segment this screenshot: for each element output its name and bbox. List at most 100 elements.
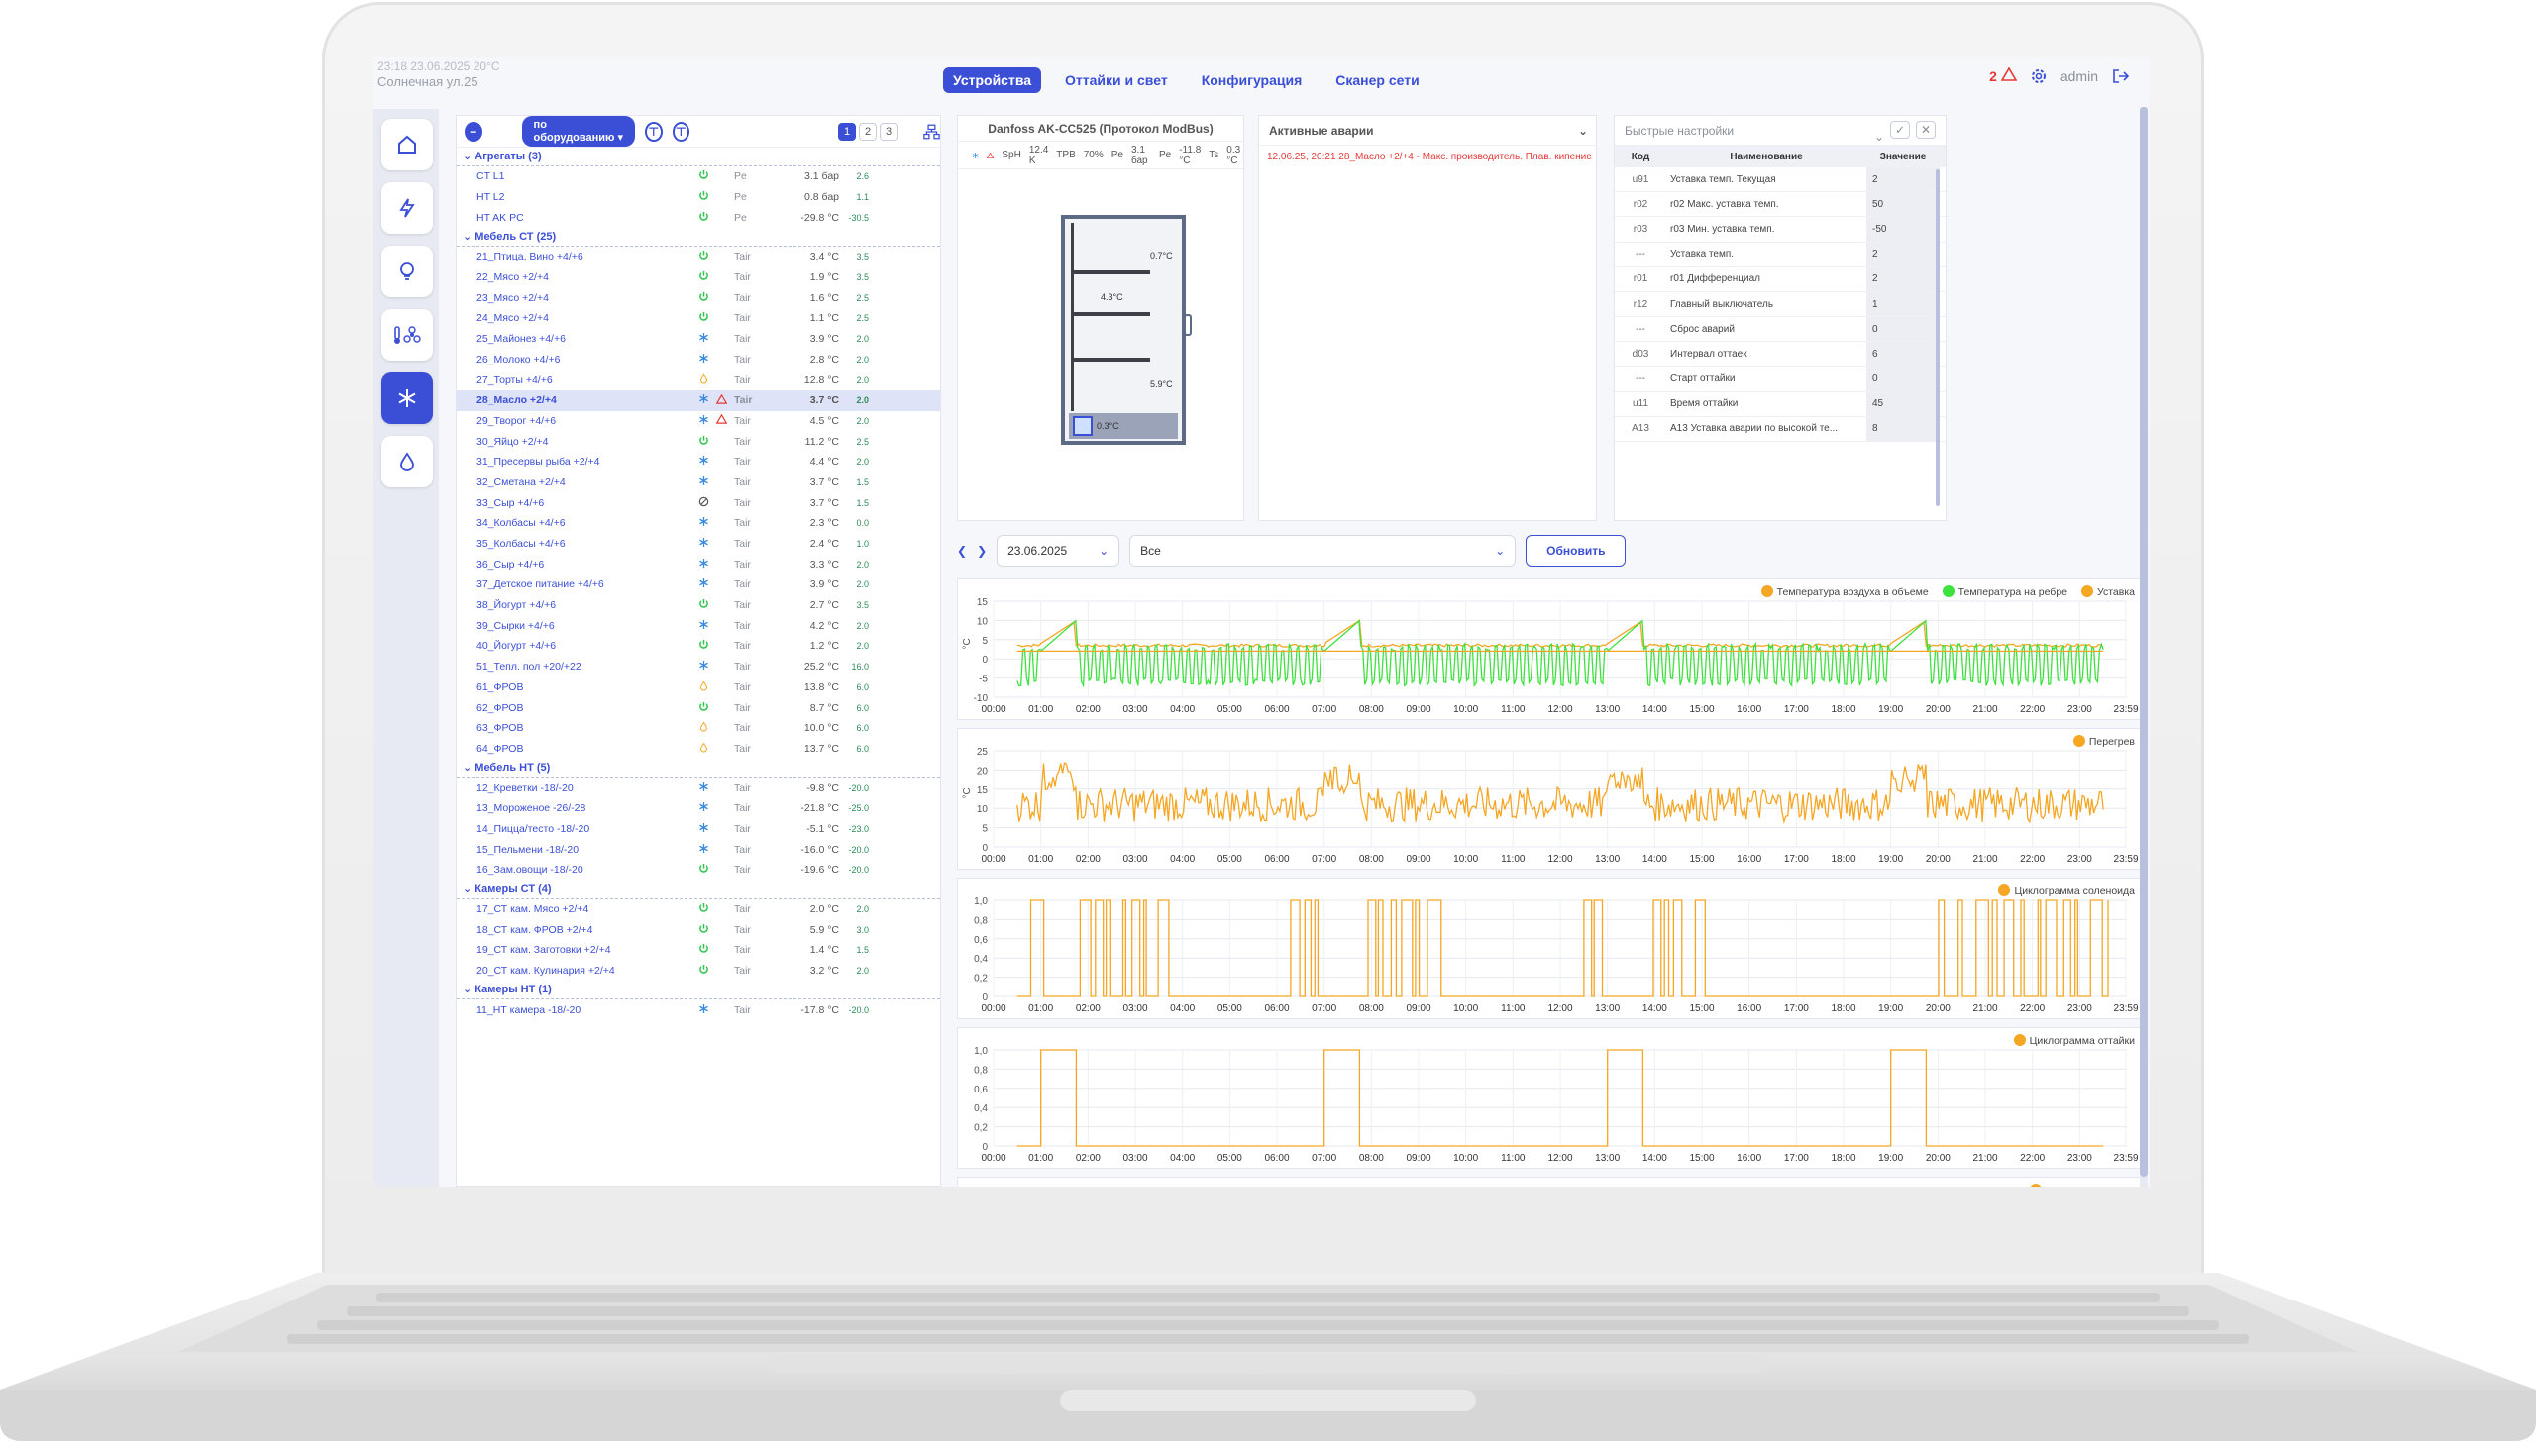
page-scrollbar-thumb[interactable]	[2140, 107, 2148, 1177]
device-row[interactable]: 28_Масло +2/+4 Tair 3.7 °C 2.0	[457, 389, 940, 411]
quick-setting-value[interactable]: 6	[1866, 342, 1940, 366]
quick-setting-value[interactable]: 0	[1866, 366, 1940, 391]
nav-refrigeration[interactable]	[381, 372, 433, 424]
device-row[interactable]: 26_Молоко +4/+6 Tair 2.8 °C 2.0	[457, 350, 940, 370]
device-group-header[interactable]: ⌄ Мебель СТ (25)	[457, 228, 940, 248]
tab-configuration[interactable]: Конфигурация	[1192, 67, 1313, 93]
device-row[interactable]: 19_СТ кам. Заготовки +2/+4 Tair 1.4 °C 1.5	[457, 940, 940, 961]
device-row[interactable]: 63_ФРОВ Tair 10.0 °C 6.0	[457, 718, 940, 739]
device-row[interactable]: 33_Сыр +4/+6 Tair 3.7 °C 1.5	[457, 492, 940, 513]
device-row[interactable]: HT L2 Pe 0.8 бар 1.1	[457, 187, 940, 208]
device-row[interactable]: 15_Пельмени -18/-20 Tair -16.0 °C -20.0	[457, 839, 940, 860]
page-1-button[interactable]: 1	[838, 122, 857, 141]
grouping-select[interactable]: по оборудованию ▾	[521, 116, 635, 147]
filter-alarm-button[interactable]: ⊤	[672, 121, 690, 142]
quick-setting-value[interactable]: -50	[1866, 217, 1940, 242]
hierarchy-icon[interactable]	[923, 123, 940, 141]
device-row[interactable]: 27_Торты +4/+6 Tair 12.8 °C 2.0	[457, 369, 940, 390]
device-row[interactable]: 11_НТ камера -18/-20 Tair -17.8 °C -20.0	[457, 999, 940, 1020]
quick-settings-scrollbar[interactable]	[1936, 169, 1940, 506]
device-row[interactable]: 18_СТ кам. ФРОВ +2/+4 Tair 5.9 °C 3.0	[457, 919, 940, 940]
device-row[interactable]: 37_Детское питание +4/+6 Tair 3.9 °C 2.0	[457, 574, 940, 595]
quick-setting-value[interactable]: 0	[1866, 317, 1940, 342]
device-row[interactable]: 20_СТ кам. Кулинария +2/+4 Tair 3.2 °C 2.0	[457, 961, 940, 982]
quick-setting-value[interactable]: 45	[1866, 391, 1940, 416]
series-filter-select[interactable]: Все ⌄	[1129, 535, 1517, 567]
date-picker[interactable]: 23.06.2025 ⌄	[997, 535, 1120, 567]
device-row[interactable]: 29_Творог +4/+6 Tair 4.5 °C 2.0	[457, 411, 940, 432]
quick-setting-row[interactable]: u91 Уставка темп. Текущая 2	[1615, 167, 1946, 193]
device-row[interactable]: 13_Мороженое -26/-28 Tair -21.8 °C -25.0	[457, 798, 940, 819]
device-row[interactable]: 64_ФРОВ Tair 13.7 °C 6.0	[457, 739, 940, 760]
device-group-header[interactable]: ⌄ Мебель НТ (5)	[457, 759, 940, 779]
device-row[interactable]: 17_СТ кам. Мясо +2/+4 Tair 2.0 °C 2.0	[457, 899, 940, 920]
quick-setting-row[interactable]: A13 A13 Уставка аварии по высокой те... 8	[1615, 416, 1946, 443]
device-row[interactable]: 61_ФРОВ Tair 13.8 °C 6.0	[457, 677, 940, 698]
logout-icon[interactable]	[2112, 68, 2130, 84]
quick-setting-row[interactable]: r03 r03 Мин. уставка темп. -50	[1615, 217, 1946, 243]
device-row[interactable]: 14_Пицца/тесто -18/-20 Tair -5.1 °C -23.0	[457, 819, 940, 840]
device-row[interactable]: HT AK PC Pe -29.8 °C -30.5	[457, 207, 940, 228]
chevron-down-icon[interactable]: ⌄	[1874, 122, 1884, 152]
device-row[interactable]: 30_Яйцо +2/+4 Tair 11.2 °C 2.5	[457, 431, 940, 452]
close-icon[interactable]: ✕	[1916, 121, 1936, 139]
page-2-button[interactable]: 2	[859, 122, 878, 141]
quick-setting-value[interactable]: 50	[1866, 192, 1940, 217]
legend-item[interactable]: Циклограмма оттайки	[2013, 1034, 2135, 1047]
alarms-title[interactable]: Активные аварии ⌄	[1259, 116, 1596, 146]
quick-setting-value[interactable]: 2	[1866, 242, 1940, 266]
device-row[interactable]: 22_Мясо +2/+4 Tair 1.9 °C 3.5	[457, 267, 940, 288]
quick-setting-row[interactable]: --- Сброс аварий 0	[1615, 317, 1946, 343]
legend-item[interactable]: Уставка	[2081, 585, 2135, 598]
quick-setting-row[interactable]: u11 Время оттайки 45	[1615, 391, 1946, 417]
device-row[interactable]: 62_ФРОВ Tair 8.7 °C 6.0	[457, 697, 940, 718]
nav-water[interactable]	[381, 436, 433, 487]
device-group-header[interactable]: ⌄ Агрегаты (3)	[457, 148, 940, 166]
quick-setting-value[interactable]: 2	[1866, 167, 1940, 192]
alarm-item[interactable]: 12.06.25, 20:21 28_Масло +2/+4 - Макс. п…	[1259, 146, 1596, 168]
device-row[interactable]: 23_Мясо +2/+4 Tair 1.6 °C 2.5	[457, 287, 940, 308]
next-day-button[interactable]: ❯	[977, 544, 987, 558]
gear-icon[interactable]	[2031, 68, 2047, 84]
tab-defrost-light[interactable]: Оттайки и свет	[1055, 67, 1178, 93]
nav-power[interactable]	[381, 182, 433, 234]
device-row[interactable]: 24_Мясо +2/+4 Tair 1.1 °C 2.5	[457, 308, 940, 329]
device-row[interactable]: CT L1 Pe 3.1 бар 2.6	[457, 166, 940, 187]
collapse-all-button[interactable]: −	[465, 121, 482, 142]
legend-item[interactable]: Циклограмма соленоида	[1998, 884, 2135, 897]
tab-devices[interactable]: Устройства	[943, 67, 1042, 93]
device-row[interactable]: 12_Креветки -18/-20 Tair -9.8 °C -20.0	[457, 778, 940, 798]
quick-setting-value[interactable]: 2	[1866, 266, 1940, 291]
quick-setting-value[interactable]: 1	[1866, 291, 1940, 317]
device-row[interactable]: 32_Сметана +2/+4 Tair 3.7 °C 1.5	[457, 472, 940, 493]
device-row[interactable]: 36_Сыр +4/+6 Tair 3.3 °C 2.0	[457, 554, 940, 574]
quick-setting-row[interactable]: --- Уставка темп. 2	[1615, 242, 1946, 267]
nav-home[interactable]	[381, 119, 433, 170]
page-3-button[interactable]: 3	[880, 122, 898, 141]
device-row[interactable]: 25_Майонез +4/+6 Tair 3.9 °C 2.0	[457, 329, 940, 350]
user-name[interactable]: admin	[2060, 68, 2098, 84]
filter-button[interactable]: ⊤	[645, 121, 663, 142]
nav-lighting[interactable]	[381, 246, 433, 297]
quick-setting-row[interactable]: --- Старт оттайки 0	[1615, 366, 1946, 392]
quick-setting-value[interactable]: 8	[1866, 416, 1940, 442]
apply-check-icon[interactable]: ✓	[1890, 121, 1910, 139]
device-row[interactable]: 38_Йогурт +4/+6 Tair 2.7 °C 3.5	[457, 595, 940, 616]
device-row[interactable]: 34_Колбасы +4/+6 Tair 2.3 °C 0.0	[457, 513, 940, 534]
tab-network-scanner[interactable]: Сканер сети	[1325, 67, 1428, 93]
quick-setting-row[interactable]: r01 r01 Дифференциал 2	[1615, 266, 1946, 292]
refresh-button[interactable]: Обновить	[1526, 535, 1627, 567]
alarm-indicator[interactable]: 2	[1989, 66, 2018, 84]
quick-setting-row[interactable]: d03 Интервал оттаек 6	[1615, 342, 1946, 367]
legend-item[interactable]: Циклограмма ТРВ	[2030, 1184, 2135, 1187]
page-scrollbar[interactable]	[2140, 107, 2148, 1187]
device-row[interactable]: 21_Птица, Вино +4/+6 Tair 3.4 °C 3.5	[457, 247, 940, 267]
legend-item[interactable]: Температура на ребре	[1942, 585, 2067, 598]
legend-item[interactable]: Температура воздуха в объеме	[1760, 585, 1929, 598]
quick-setting-row[interactable]: r12 Главный выключатель 1	[1615, 291, 1946, 318]
device-group-header[interactable]: ⌄ Камеры НТ (1)	[457, 981, 940, 1000]
prev-day-button[interactable]: ❮	[957, 544, 967, 558]
device-row[interactable]: 51_Тепл. пол +20/+22 Tair 25.2 °C 16.0	[457, 657, 940, 677]
nav-climate[interactable]	[381, 309, 433, 361]
quick-setting-row[interactable]: r02 r02 Макс. уставка темп. 50	[1615, 192, 1946, 218]
